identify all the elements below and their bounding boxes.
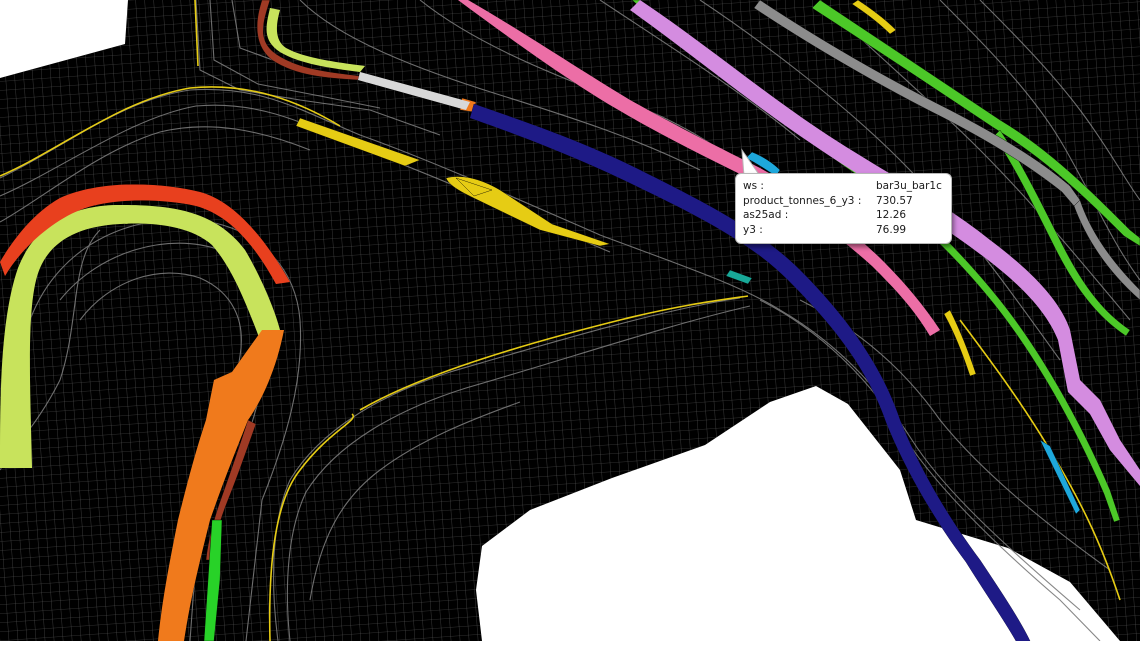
tooltip-key: product_tonnes_6_y3 : — [743, 194, 862, 207]
tooltip-value: bar3u_bar1c — [876, 180, 942, 192]
tooltip-row: ws : bar3u_bar1c — [743, 179, 943, 194]
tooltip-row: product_tonnes_6_y3 : 730.57 — [743, 194, 943, 209]
tooltip-value: 12.26 — [876, 209, 907, 221]
tooltip-row: as25ad : 12.26 — [743, 208, 943, 223]
mine-scene[interactable] — [0, 0, 1140, 642]
tooltip-value: 76.99 — [876, 223, 907, 236]
tooltip-key: as25ad : — [743, 209, 789, 221]
tooltip-row: y3 : 76.99 — [743, 223, 943, 238]
tooltip-key: ws : — [743, 180, 764, 192]
tooltip-key: y3 : — [743, 223, 763, 236]
block-info-tooltip: ws : bar3u_bar1c product_tonnes_6_y3 : 7… — [735, 173, 952, 244]
3d-viewport[interactable]: ws : bar3u_bar1c product_tonnes_6_y3 : 7… — [0, 0, 1140, 642]
tooltip-value: 730.57 — [876, 194, 913, 207]
